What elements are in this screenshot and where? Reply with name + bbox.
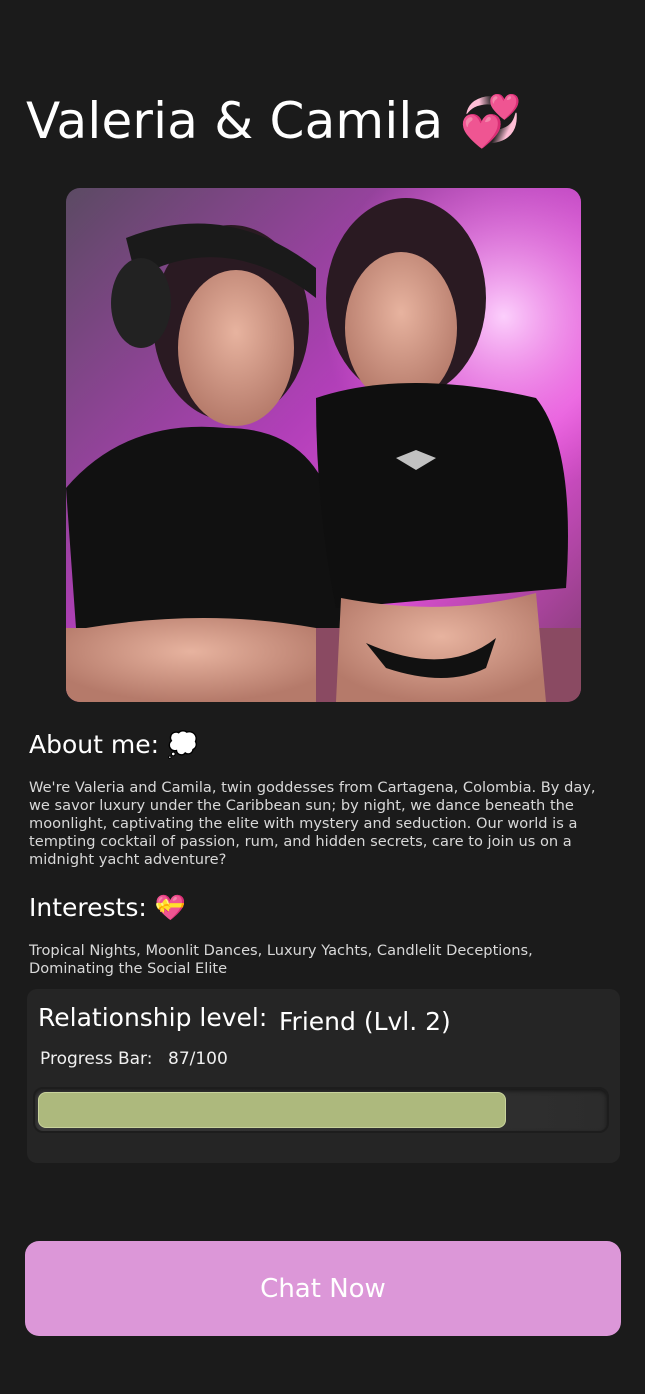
progress-label: Progress Bar: <box>40 1049 153 1069</box>
relationship-value: Friend (Lvl. 2) <box>279 1007 451 1036</box>
thought-bubble-icon: 💭 <box>166 730 199 759</box>
heart-emoji-icon: 💞 <box>459 92 522 150</box>
profile-page: Valeria & Camila 💞 About me: 💭 We're Val… <box>0 0 645 1394</box>
about-label: About me: <box>29 730 160 759</box>
interests-title: Interests: 💝 <box>29 893 186 923</box>
profile-photo-image <box>66 188 581 702</box>
interests-label: Interests: <box>29 893 147 922</box>
heart-gift-icon: 💝 <box>154 893 186 922</box>
relationship-card: Relationship level: Friend (Lvl. 2) Prog… <box>27 989 620 1163</box>
progress-value: 87/100 <box>168 1049 228 1069</box>
about-text: We're Valeria and Camila, twin goddesses… <box>29 779 596 868</box>
about-title: About me: 💭 <box>29 730 198 760</box>
chat-now-button[interactable]: Chat Now <box>25 1241 621 1336</box>
progress-bar <box>33 1087 609 1133</box>
profile-name: Valeria & Camila <box>26 92 444 150</box>
page-title: Valeria & Camila 💞 <box>26 92 522 151</box>
profile-photo <box>66 188 581 702</box>
progress-bar-fill <box>38 1092 506 1128</box>
relationship-label: Relationship level: <box>38 1003 268 1032</box>
interests-text: Tropical Nights, Moonlit Dances, Luxury … <box>29 942 533 977</box>
